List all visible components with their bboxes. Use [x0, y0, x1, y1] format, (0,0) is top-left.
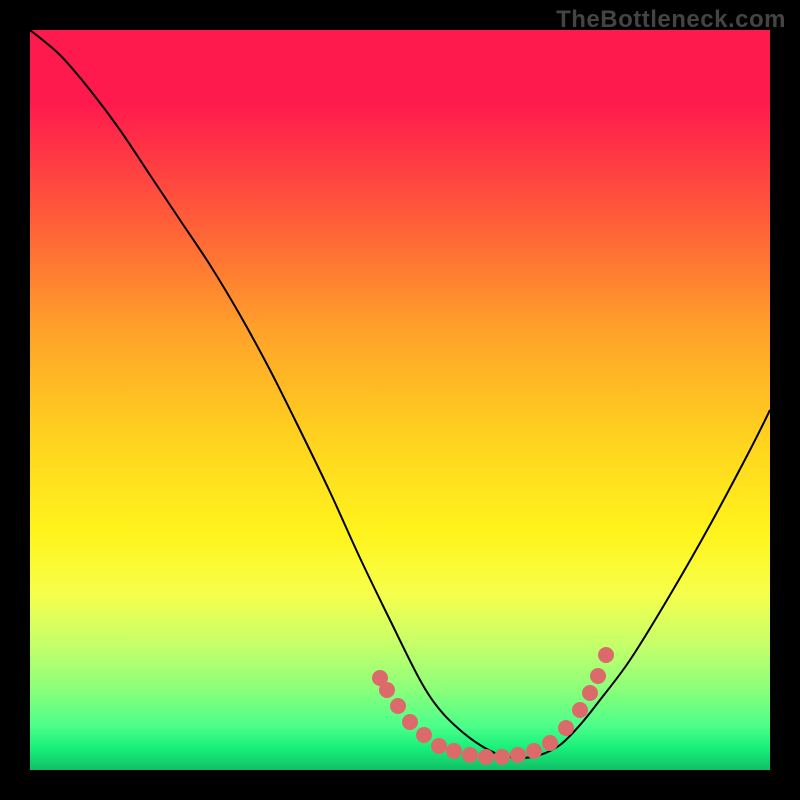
highlight-dot: [526, 743, 542, 759]
plot-area: [30, 30, 770, 770]
highlight-dot: [558, 720, 574, 736]
highlight-dot: [494, 749, 510, 765]
chart-stage: TheBottleneck.com: [0, 0, 800, 800]
highlight-dot: [572, 702, 588, 718]
highlight-dot: [390, 698, 406, 714]
highlight-dot: [542, 735, 558, 751]
highlight-dot: [582, 685, 598, 701]
highlight-dot: [510, 747, 526, 763]
highlight-dot: [478, 749, 494, 765]
bottleneck-curve: [30, 30, 770, 758]
watermark-text: TheBottleneck.com: [556, 6, 786, 34]
curve-svg: [30, 30, 770, 770]
highlight-dot: [462, 747, 478, 763]
highlight-dot: [379, 682, 395, 698]
highlight-dot: [598, 647, 614, 663]
highlight-dot: [590, 668, 606, 684]
dots-group: [372, 647, 614, 765]
highlight-dot: [446, 743, 462, 759]
highlight-dot: [431, 738, 447, 754]
highlight-dot: [402, 714, 418, 730]
highlight-dot: [416, 727, 432, 743]
